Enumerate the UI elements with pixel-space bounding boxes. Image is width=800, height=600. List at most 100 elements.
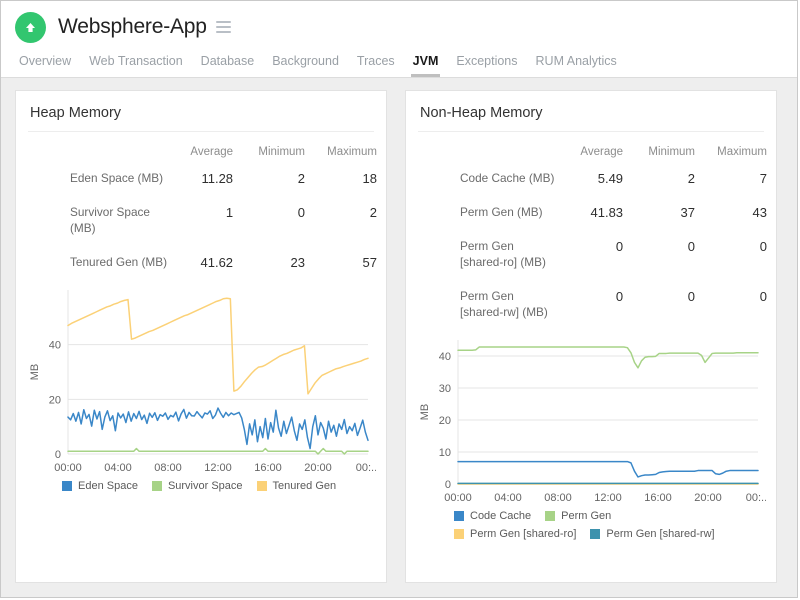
tab-web-transaction[interactable]: Web Transaction — [80, 54, 192, 77]
legend-label: Survivor Space — [167, 479, 243, 492]
heap-memory-chart[interactable]: 0 20 40 MB 00:00 04:00 08:00 12:00 16:00 20:00 00:… — [16, 280, 386, 480]
legend-item-perm-gen[interactable]: Perm Gen — [545, 510, 611, 522]
row-label: Perm Gen [shared-rw] (MB) — [460, 288, 548, 319]
tab-traces[interactable]: Traces — [348, 54, 404, 77]
svg-text:30: 30 — [439, 383, 451, 395]
panel-title-heap: Heap Memory — [30, 105, 122, 121]
legend-item-tenured-gen[interactable]: Tenured Gen — [256, 479, 337, 492]
svg-text:20: 20 — [49, 394, 61, 406]
legend-item-code-cache[interactable]: Code Cache — [454, 510, 531, 522]
divider — [28, 131, 374, 132]
svg-text:40: 40 — [439, 351, 451, 363]
cell-minimum: 23 — [290, 254, 306, 270]
svg-text:0: 0 — [55, 449, 61, 461]
table-header-row: Average Minimum Maximum — [406, 138, 776, 162]
legend-swatch-perm-gen — [545, 510, 556, 521]
legend-label: Perm Gen [shared-rw] — [606, 527, 715, 540]
svg-text:16:00: 16:00 — [644, 492, 672, 504]
legend-item-eden-space[interactable]: Eden Space — [62, 480, 138, 492]
cell-maximum: 0 — [759, 288, 767, 304]
legend-swatch-code-cache — [454, 510, 464, 521]
tab-rum-analytics[interactable]: RUM Analytics — [527, 54, 626, 77]
tab-bar: Overview Web Transaction Database Backgr… — [1, 43, 797, 77]
cell-minimum: 37 — [680, 204, 696, 220]
col-header-name — [406, 138, 560, 162]
svg-text:00:00: 00:00 — [444, 492, 472, 504]
cell-maximum: 7 — [759, 171, 767, 186]
page-title: Websphere-App — [58, 15, 207, 38]
non-heap-chart-legend: Code Cache Perm Gen Perm Gen [shared-ro]… — [406, 510, 726, 540]
tab-overview[interactable]: Overview — [10, 54, 80, 77]
legend-item-perm-gen-shared-ro[interactable]: Perm Gen [shared-ro] — [454, 528, 576, 540]
row-label: Survivor Space (MB) — [70, 204, 150, 235]
cell-average: 41.62 — [200, 254, 234, 270]
cell-minimum: 0 — [687, 238, 696, 254]
svg-text:40: 40 — [49, 339, 61, 351]
table-row: Survivor Space (MB) 1 0 2 — [16, 196, 386, 246]
panel-heap-memory: Heap Memory Average Minimum Maximum Eden… — [15, 90, 387, 583]
cell-average: 0 — [615, 238, 624, 254]
cell-minimum: 0 — [297, 204, 306, 220]
cell-average: 41.83 — [590, 204, 624, 220]
table-row: Perm Gen (MB) 41.83 37 43 — [406, 196, 776, 230]
non-heap-stats-table: Average Minimum Maximum Code Cache (MB) … — [406, 138, 776, 330]
cell-maximum: 0 — [759, 238, 767, 254]
cell-maximum: 57 — [362, 254, 377, 270]
cell-maximum: 2 — [369, 204, 377, 220]
up-arrow-circle-icon — [15, 11, 46, 43]
legend-swatch-perm-gen-shared-rw — [590, 528, 601, 539]
cell-average: 0 — [615, 288, 624, 304]
row-label: Tenured Gen (MB) — [70, 254, 168, 269]
svg-text:16:00: 16:00 — [254, 462, 282, 474]
legend-swatch-perm-gen-shared-ro — [454, 528, 464, 539]
cell-minimum: 2 — [687, 171, 696, 186]
legend-label: Perm Gen — [561, 509, 612, 522]
heap-chart-legend: Eden Space Survivor Space Tenured Gen — [16, 480, 372, 492]
panel-title-non-heap: Non-Heap Memory — [420, 105, 543, 121]
cell-average: 5.49 — [597, 171, 624, 186]
legend-label: Tenured Gen — [272, 479, 337, 492]
app-window: Websphere-App Overview Web Transaction D… — [0, 0, 798, 598]
svg-text:20:00: 20:00 — [304, 462, 332, 474]
tab-database[interactable]: Database — [192, 54, 264, 77]
cell-maximum: 18 — [362, 171, 377, 186]
panel-non-heap-memory: Non-Heap Memory Average Minimum Maximum … — [405, 90, 777, 583]
table-row: Perm Gen [shared-rw] (MB) 0 0 0 — [406, 280, 776, 330]
tab-jvm[interactable]: JVM — [404, 54, 448, 77]
cell-average: 11.28 — [201, 171, 234, 186]
svg-text:MB: MB — [29, 363, 41, 380]
svg-text:MB: MB — [419, 403, 431, 420]
tab-background[interactable]: Background — [263, 54, 348, 77]
col-header-maximum: Maximum — [717, 146, 767, 158]
legend-swatch-eden-space — [62, 480, 72, 491]
legend-label: Perm Gen [shared-ro] — [470, 527, 577, 540]
table-header-row: Average Minimum Maximum — [16, 138, 386, 162]
legend-label: Eden Space — [78, 479, 138, 492]
cell-minimum: 2 — [297, 171, 306, 186]
svg-text:12:00: 12:00 — [594, 492, 622, 504]
svg-text:00:...: 00:... — [356, 462, 376, 474]
heap-stats-table: Average Minimum Maximum Eden Space (MB) … — [16, 138, 386, 280]
row-label: Eden Space (MB) — [70, 171, 164, 185]
col-header-average: Average — [580, 146, 624, 158]
svg-text:10: 10 — [439, 447, 451, 459]
col-header-minimum: Minimum — [258, 146, 306, 158]
legend-item-perm-gen-shared-rw[interactable]: Perm Gen [shared-rw] — [590, 527, 715, 540]
non-heap-memory-chart[interactable]: 0 10 20 30 40 MB 00:00 04:00 08:00 12:00 16:00 20:0… — [406, 330, 776, 510]
app-header: Websphere-App Overview Web Transaction D… — [1, 1, 797, 78]
svg-text:08:00: 08:00 — [544, 492, 572, 504]
svg-text:00:...: 00:... — [746, 492, 766, 504]
svg-text:20: 20 — [439, 415, 451, 427]
tab-exceptions[interactable]: Exceptions — [447, 54, 526, 77]
hamburger-icon[interactable] — [215, 21, 231, 33]
legend-item-survivor-space[interactable]: Survivor Space — [151, 479, 243, 492]
svg-text:08:00: 08:00 — [154, 462, 182, 474]
svg-text:0: 0 — [445, 479, 451, 491]
cell-maximum: 43 — [752, 204, 767, 220]
svg-text:00:00: 00:00 — [54, 462, 82, 474]
col-header-average: Average — [190, 146, 234, 158]
row-label: Perm Gen [shared-ro] (MB) — [460, 238, 546, 269]
table-row: Code Cache (MB) 5.49 2 7 — [406, 162, 776, 196]
svg-text:20:00: 20:00 — [694, 492, 722, 504]
row-label: Perm Gen (MB) — [460, 204, 543, 219]
